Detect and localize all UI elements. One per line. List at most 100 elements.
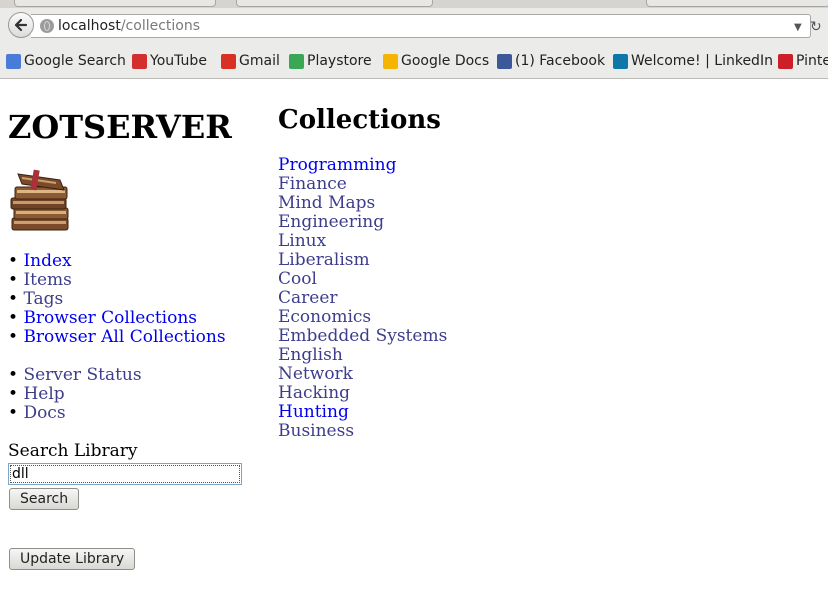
- collection-link-career[interactable]: Career: [278, 288, 338, 308]
- bookmark-label: Welcome! | LinkedIn: [631, 53, 773, 69]
- nav-link-browser-collections[interactable]: Browser Collections: [23, 308, 197, 328]
- nav-item: • Browser All Collections: [8, 328, 226, 347]
- list-item: Business: [278, 422, 447, 441]
- collections-list: Programming Finance Mind Maps Engineering Li…: [278, 156, 447, 441]
- bookmark-label: Google Docs: [401, 53, 490, 69]
- list-item: Career: [278, 289, 447, 308]
- bullet: •: [8, 365, 19, 385]
- bookmark-label: YouTube: [150, 53, 207, 69]
- google-drive-icon: [383, 53, 398, 69]
- nav-link-items[interactable]: Items: [23, 270, 71, 290]
- bookmark-playstore[interactable]: Playstore: [289, 53, 372, 69]
- bookmark-label: Google Search: [24, 53, 126, 69]
- bookmark-facebook[interactable]: (1) Facebook: [497, 53, 605, 69]
- collection-link-finance[interactable]: Finance: [278, 174, 347, 194]
- nav-link-server-status[interactable]: Server Status: [23, 365, 141, 385]
- secondary-nav: • Server Status • Help • Docs: [8, 366, 142, 423]
- nav-link-browser-all-collections[interactable]: Browser All Collections: [23, 327, 225, 347]
- browser-tab[interactable]: [14, 0, 216, 7]
- address-bar-url[interactable]: localhost/collections: [58, 18, 200, 34]
- bullet: •: [8, 270, 19, 290]
- list-item: Engineering: [278, 213, 447, 232]
- bullet: •: [8, 403, 19, 423]
- list-item: Economics: [278, 308, 447, 327]
- collection-link-mind-maps[interactable]: Mind Maps: [278, 193, 375, 213]
- list-item: Programming: [278, 156, 447, 175]
- back-button[interactable]: [8, 12, 34, 38]
- bookmark-pinterest[interactable]: Pinte: [778, 53, 828, 69]
- nav-item: • Index: [8, 252, 226, 271]
- pinterest-icon: [778, 53, 793, 69]
- address-bar[interactable]: localhost/collections: [31, 14, 811, 38]
- nav-item: • Items: [8, 271, 226, 290]
- arrow-left-icon: [14, 18, 28, 32]
- list-item: Mind Maps: [278, 194, 447, 213]
- list-item: Finance: [278, 175, 447, 194]
- books-logo-icon: [10, 169, 69, 231]
- playstore-icon: [289, 53, 304, 69]
- update-library-button[interactable]: Update Library: [9, 548, 136, 570]
- nav-link-index[interactable]: Index: [23, 251, 71, 271]
- list-item: Network: [278, 365, 447, 384]
- nav-link-help[interactable]: Help: [23, 384, 64, 404]
- collection-link-engineering[interactable]: Engineering: [278, 212, 384, 232]
- browser-tab[interactable]: [646, 0, 828, 7]
- facebook-icon: [497, 53, 512, 69]
- collection-link-liberalism[interactable]: Liberalism: [278, 250, 370, 270]
- collection-link-cool[interactable]: Cool: [278, 269, 317, 289]
- bullet: •: [8, 251, 19, 271]
- list-item: Hunting: [278, 403, 447, 422]
- site-title: ZOTSERVER: [8, 108, 232, 146]
- search-input[interactable]: [8, 463, 242, 485]
- nav-item: • Tags: [8, 290, 226, 309]
- list-item: Hacking: [278, 384, 447, 403]
- bookmark-label: Pinte: [796, 53, 828, 69]
- nav-link-docs[interactable]: Docs: [23, 403, 65, 423]
- bullet: •: [8, 327, 19, 347]
- url-host: localhost: [58, 18, 121, 34]
- nav-link-tags[interactable]: Tags: [23, 289, 63, 309]
- browser-toolbar: localhost/collections ▼ ↻: [0, 8, 828, 46]
- list-item: English: [278, 346, 447, 365]
- reload-icon[interactable]: ↻: [810, 19, 822, 35]
- list-item: Liberalism: [278, 251, 447, 270]
- nav-item: • Help: [8, 385, 142, 404]
- nav-item: • Docs: [8, 404, 142, 423]
- bookmark-linkedin[interactable]: Welcome! | LinkedIn: [613, 53, 773, 69]
- bullet: •: [8, 289, 19, 309]
- list-item: Linux: [278, 232, 447, 251]
- collection-link-embedded-systems[interactable]: Embedded Systems: [278, 326, 447, 346]
- bookmark-label: Playstore: [307, 53, 372, 69]
- collection-link-business[interactable]: Business: [278, 421, 354, 441]
- collection-link-english[interactable]: English: [278, 345, 343, 365]
- bookmark-google[interactable]: Google Search: [6, 53, 126, 69]
- bookmarks-bar: Google Search YouTube Gmail Playstore Google…: [0, 46, 828, 79]
- collections-heading: Collections: [278, 105, 441, 135]
- bookmark-label: Gmail: [239, 53, 280, 69]
- collection-link-programming[interactable]: Programming: [278, 155, 396, 175]
- primary-nav: • Index • Items • Tags • Browser Collection…: [8, 252, 226, 347]
- linkedin-icon: [613, 53, 628, 69]
- list-item: Embedded Systems: [278, 327, 447, 346]
- collection-link-hacking[interactable]: Hacking: [278, 383, 350, 403]
- collection-link-economics[interactable]: Economics: [278, 307, 371, 327]
- bookmark-youtube[interactable]: YouTube: [132, 53, 207, 69]
- google-icon: [6, 53, 21, 69]
- youtube-icon: [132, 53, 147, 69]
- gmail-icon: [221, 53, 236, 69]
- bullet: •: [8, 308, 19, 328]
- bullet: •: [8, 384, 19, 404]
- url-history-dropdown-icon[interactable]: ▼: [794, 22, 802, 33]
- collection-link-linux[interactable]: Linux: [278, 231, 326, 251]
- collection-link-network[interactable]: Network: [278, 364, 353, 384]
- search-button[interactable]: Search: [9, 488, 80, 510]
- collection-link-hunting[interactable]: Hunting: [278, 402, 349, 422]
- nav-item: • Browser Collections: [8, 309, 226, 328]
- bookmark-gmail[interactable]: Gmail: [221, 53, 280, 69]
- search-library-label: Search Library: [8, 441, 138, 461]
- globe-icon: [40, 19, 54, 33]
- bookmark-google-drive[interactable]: Google Docs: [383, 53, 489, 69]
- bookmark-label: (1) Facebook: [515, 53, 606, 69]
- browser-tab-strip: [0, 0, 828, 8]
- browser-tab[interactable]: [236, 0, 433, 7]
